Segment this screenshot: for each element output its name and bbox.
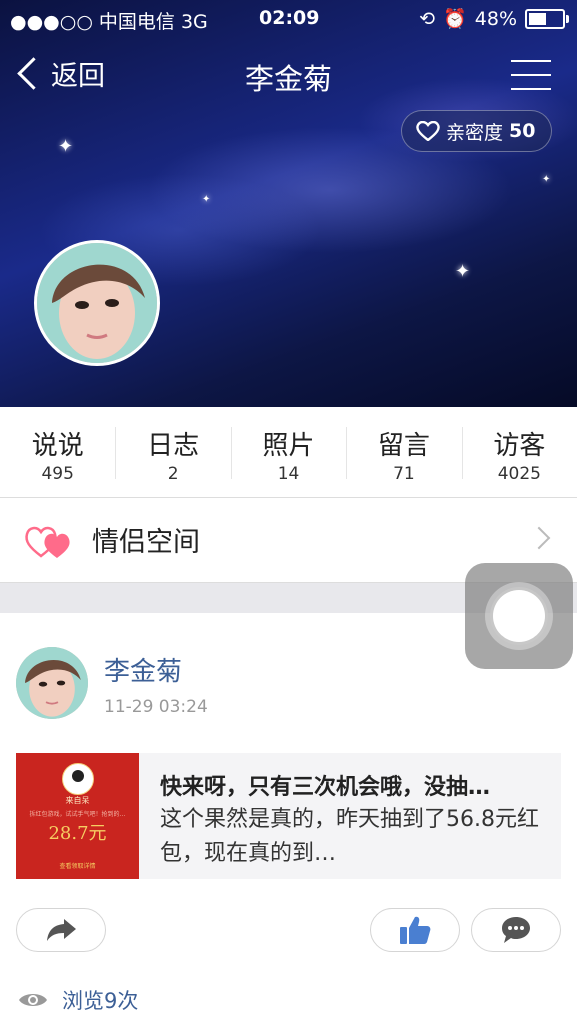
stat-label: 留言 [377,431,430,461]
carrier-label: ●●●○○ 中国电信 3G [10,11,208,33]
intimacy-label: 亲密度 [446,121,504,144]
profile-header: ✦ ✦ ✦ ✦ ●●●○○ 中国电信 3G 02:09 ⟲ ⏰ 48% 返回 李… [0,0,577,407]
chevron-right-icon [527,526,551,550]
post-author-name[interactable]: 李金菊 [104,651,182,688]
post-timestamp: 11-29 03:24 [104,697,208,717]
battery-percent: 48% [474,7,517,30]
stat-messages[interactable]: 留言 71 [346,407,461,497]
stat-label: 照片 [262,431,315,461]
thumb-link: 查看领取详情 [59,863,96,870]
share-icon [47,919,76,941]
card-thumbnail: 来自呆 拆红包游戏，试试手气吧！抢到的… 28.7元 查看领取详情 [16,753,139,879]
intimacy-value: 50 [509,120,536,142]
battery-icon [525,8,569,29]
stat-photos[interactable]: 照片 14 [230,407,346,497]
avatar-image [16,647,88,719]
share-button[interactable] [16,908,106,952]
card-title: 快来呀，只有三次机会哦，没抽… [160,775,491,800]
page-title: 李金菊 [244,62,332,96]
couple-hearts-icon [25,526,70,558]
stat-count: 14 [277,464,300,484]
stat-label: 日志 [147,431,200,461]
like-icon [400,916,431,944]
status-right: ⟲ ⏰ 48% [419,7,569,30]
stat-blog[interactable]: 日志 2 [115,407,230,497]
couple-space-label: 情侣空间 [92,527,200,558]
rotation-lock-icon: ⟲ [419,7,436,30]
stat-count: 495 [41,464,74,484]
stat-count: 4025 [497,464,541,484]
alarm-icon: ⏰ [443,8,467,30]
star-decoration: ✦ [455,261,471,282]
shared-link-card[interactable]: 来自呆 拆红包游戏，试试手气吧！抢到的… 28.7元 查看领取详情 快来呀，只有… [16,753,561,879]
stat-count: 71 [393,464,415,484]
menu-button[interactable] [511,60,551,92]
view-count[interactable]: 浏览9次 [18,985,138,1015]
star-decoration: ✦ [58,136,74,157]
intimacy-badge[interactable]: 亲密度 50 [401,110,553,152]
clock: 02:09 [259,7,320,29]
assistive-touch-center [493,590,545,642]
avatar-image [37,243,157,363]
star-decoration: ✦ [542,174,551,185]
assistive-touch-button[interactable] [465,563,573,669]
avatar [62,763,94,795]
stat-shuoshuo[interactable]: 说说 495 [0,407,115,497]
thumb-subtitle: 拆红包游戏，试试手气吧！抢到的… [29,811,126,818]
stat-label: 访客 [493,431,546,461]
eye-icon [19,994,47,1006]
stat-visitors[interactable]: 访客 4025 [461,407,577,497]
comment-button[interactable] [471,908,561,952]
menu-icon [511,60,551,62]
thumb-from: 来自呆 [65,796,90,805]
profile-avatar[interactable] [34,240,160,366]
thumb-amount: 28.7元 [48,823,107,844]
heart-icon [416,121,440,141]
view-count-label: 浏览9次 [62,989,139,1013]
status-bar: ●●●○○ 中国电信 3G 02:09 ⟲ ⏰ 48% [0,0,577,38]
stats-bar: 说说 495 日志 2 照片 14 留言 71 访客 4025 [0,407,577,498]
post-author-avatar[interactable] [16,647,88,719]
stat-label: 说说 [31,431,84,461]
like-button[interactable] [370,908,460,952]
stat-count: 2 [167,464,179,484]
feed-post: 李金菊 11-29 03:24 来自呆 拆红包游戏，试试手气吧！抢到的… 28.… [0,613,577,1024]
comment-icon [502,917,530,943]
card-description: 这个果然是真的，昨天抽到了56.8元红包，现在真的到… [160,807,539,866]
star-decoration: ✦ [202,194,211,205]
nav-bar: 返回 李金菊 [0,52,577,100]
